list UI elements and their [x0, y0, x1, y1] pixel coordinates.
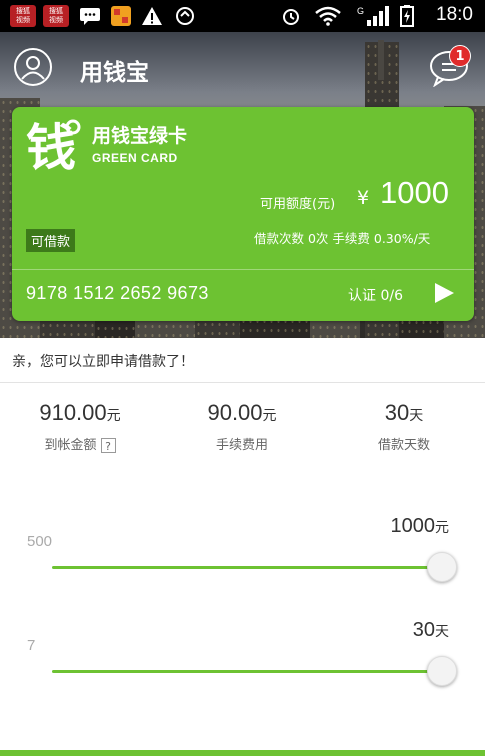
borrowable-badge: 可借款: [26, 229, 76, 252]
app-icon: [110, 5, 132, 27]
prompt-bar: 亲，您可以立即申请借款了！: [0, 338, 485, 383]
card-divider: [12, 269, 474, 270]
slider-min-label: 7: [27, 637, 36, 654]
verify-progress[interactable]: 认证 0/6: [348, 285, 403, 305]
stat-unit: 天: [409, 408, 424, 424]
stat-received-amount: 910.00元 到帐金额?: [0, 400, 160, 453]
slider-value-unit: 元: [435, 519, 449, 535]
stat-days: 30天 借款天数: [324, 400, 484, 453]
user-icon: [21, 56, 45, 80]
stat-label: 到帐金额: [44, 438, 97, 453]
credit-label: 可用额度(元): [260, 197, 336, 212]
slider-value-number: 1000: [390, 515, 436, 537]
warning-icon: [140, 5, 164, 27]
signal-icon: G: [356, 5, 390, 27]
currency-symbol: ¥: [357, 187, 370, 209]
battery-icon: [398, 5, 416, 27]
slider-min-label: 500: [27, 533, 53, 550]
stat-value: 910.00: [39, 400, 107, 425]
notification-icon: 搜狐 视频: [10, 5, 36, 27]
notification-icon: 搜狐 视频: [43, 5, 69, 27]
slider-thumb[interactable]: [427, 552, 457, 582]
slider-value-number: 30: [412, 619, 435, 641]
page-title: 用钱宝: [80, 60, 149, 86]
slider-value-unit: 天: [435, 623, 449, 639]
apply-button-edge[interactable]: [0, 750, 485, 756]
slider-track[interactable]: [52, 566, 442, 569]
qian-logo-icon: 钱: [26, 117, 82, 177]
prompt-text: 亲，您可以立即申请借款了！: [12, 354, 194, 370]
svg-text:G: G: [357, 6, 364, 16]
credit-amount: 1000: [380, 175, 449, 210]
tower-spire: [378, 40, 384, 80]
stat-value: 30: [384, 400, 410, 425]
play-arrow-icon[interactable]: [432, 281, 456, 305]
card-number: 9178 1512 2652 9673: [26, 283, 209, 303]
stat-unit: 元: [106, 408, 121, 424]
card-subtitle: GREEN CARD: [92, 151, 178, 165]
data-sync-icon: [174, 5, 196, 27]
message-badge: 1: [449, 45, 471, 67]
avatar-button[interactable]: [14, 48, 52, 86]
message-icon: [78, 5, 102, 27]
status-bar: 搜狐 视频 搜狐 视频 G 18:0: [0, 0, 485, 32]
help-icon[interactable]: ?: [100, 438, 116, 453]
stat-label: 手续费用: [215, 438, 268, 453]
stat-fee: 90.00元 手续费用: [162, 400, 322, 453]
stat-label: 借款天数: [377, 438, 430, 453]
slider-track[interactable]: [52, 670, 442, 673]
wifi-icon: [314, 5, 342, 27]
borrow-count-fee: 借款次数 0次 手续费 0.30%/天: [254, 231, 431, 246]
slider-thumb[interactable]: [427, 656, 457, 686]
stat-value: 90.00: [207, 400, 263, 425]
clock: 18:0: [436, 4, 473, 25]
alarm-icon: [280, 5, 302, 27]
card-name: 用钱宝绿卡: [92, 125, 188, 147]
slider-value: 1000元: [391, 515, 450, 538]
slider-value: 30天: [413, 619, 449, 642]
stat-unit: 元: [262, 408, 277, 424]
green-card[interactable]: 钱 用钱宝绿卡 GREEN CARD 可用额度(元) ¥ 1000 可借款 借款…: [12, 107, 474, 321]
